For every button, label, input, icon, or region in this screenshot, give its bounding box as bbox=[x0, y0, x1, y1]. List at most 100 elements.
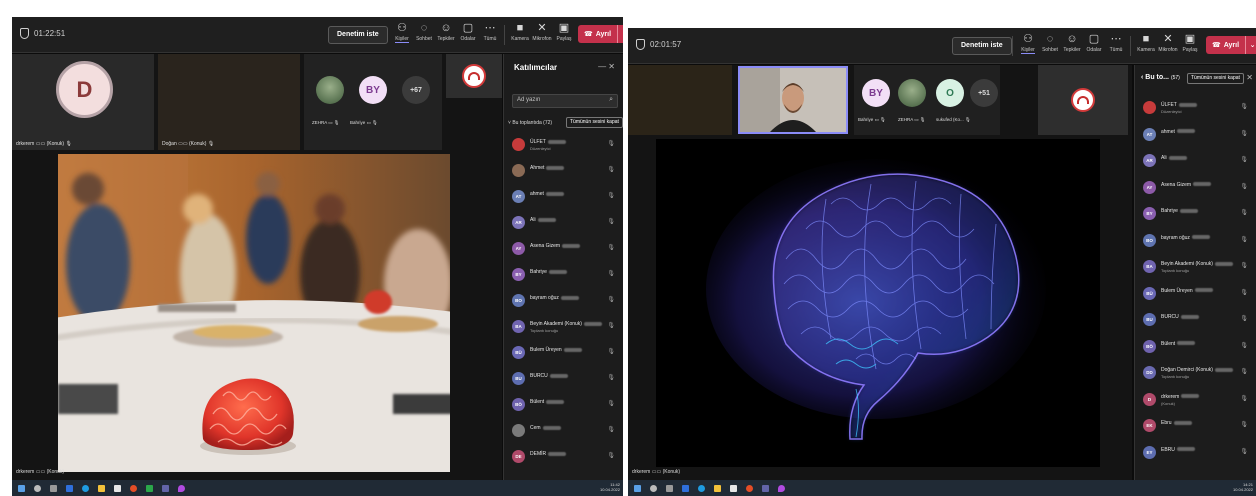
participant-row[interactable]: AY Asena Gizem 🎙 bbox=[512, 240, 617, 258]
participant-name: Beyin Akademi (Konuk) bbox=[530, 321, 602, 327]
app-icon[interactable] bbox=[178, 484, 185, 492]
participant-row[interactable]: BA Beyin Akademi (Konuk) Toplantı konuğu 🎙 bbox=[512, 318, 617, 336]
chat-button[interactable]: ◌ Sohbet bbox=[1038, 32, 1062, 60]
reactions-button[interactable]: ☺ Tepkiler bbox=[434, 21, 458, 49]
rooms-button[interactable]: ▢ Odalar bbox=[456, 21, 480, 49]
participant-row[interactable]: BO bayram oğuz 🎙 bbox=[512, 292, 617, 310]
participant-row[interactable]: BÜ Bulem Üreyen 🎙 bbox=[1143, 285, 1250, 303]
share-button[interactable]: ▣ Paylaş bbox=[552, 21, 576, 49]
search-icon[interactable] bbox=[34, 484, 41, 492]
close-icon[interactable]: ✕ bbox=[1246, 73, 1253, 82]
more-button[interactable]: ⋯ Tümü bbox=[478, 21, 502, 49]
windows-start-icon[interactable] bbox=[634, 484, 641, 492]
participant-tile[interactable] bbox=[628, 65, 732, 135]
participant-row[interactable]: EK Ebru 🎙 bbox=[1143, 417, 1250, 435]
more-participants-badge[interactable]: +51 bbox=[970, 79, 998, 107]
chrome-icon[interactable] bbox=[746, 484, 753, 492]
search-input[interactable]: Ad yazın ⌕ bbox=[512, 94, 618, 108]
participant-tile[interactable]: D drkerem ▭▭ (Konuk) 🎙 bbox=[12, 54, 154, 150]
avatar[interactable] bbox=[898, 79, 926, 107]
leave-button[interactable]: ☎Ayrıl ⌄ bbox=[578, 25, 623, 43]
explorer-icon[interactable] bbox=[714, 484, 721, 492]
participant-row[interactable]: AR Ali 🎙 bbox=[1143, 152, 1250, 170]
participant-row[interactable]: BÜ Bulem Üreyen 🎙 bbox=[512, 344, 617, 362]
avatar[interactable] bbox=[316, 76, 344, 104]
mute-all-button[interactable]: Tümünün sesini kapat bbox=[566, 117, 623, 128]
request-control-button[interactable]: Denetim iste bbox=[328, 26, 388, 44]
mail-icon[interactable] bbox=[114, 484, 121, 492]
avatar[interactable]: O bbox=[936, 79, 964, 107]
microphone-icon: ✕ bbox=[537, 22, 547, 34]
windows-start-icon[interactable] bbox=[18, 484, 25, 492]
avatar[interactable]: BY bbox=[862, 79, 890, 107]
rooms-button[interactable]: ▢ Odalar bbox=[1082, 32, 1106, 60]
participant-row[interactable]: BO bayram oğuz 🎙 bbox=[1143, 232, 1250, 250]
participant-row[interactable]: Cem 🎙 bbox=[512, 422, 617, 440]
participant-row[interactable]: BY Bahriye 🎙 bbox=[512, 266, 617, 284]
people-button[interactable]: ⚇ Kişiler bbox=[390, 21, 414, 49]
mic-icon: 🎙 bbox=[207, 141, 215, 147]
teams-icon[interactable] bbox=[162, 484, 169, 492]
participant-row[interactable]: Ddrkerem (Konuk) 🎙 bbox=[1143, 391, 1250, 409]
edge-icon[interactable] bbox=[698, 484, 705, 492]
participant-name: Ebru bbox=[1161, 420, 1192, 426]
participant-row[interactable]: AR Ali 🎙 bbox=[512, 214, 617, 232]
shield-icon bbox=[20, 28, 29, 39]
camera-button[interactable]: ■ Kamera bbox=[508, 21, 532, 49]
participant-row[interactable]: Ahmet 🎙 bbox=[512, 162, 617, 180]
participant-row[interactable]: BÖ Bülent 🎙 bbox=[1143, 338, 1250, 356]
participant-row[interactable]: ÜLFET Düzenleyici 🎙 bbox=[512, 136, 617, 154]
avatar[interactable]: BY bbox=[359, 76, 387, 104]
leave-button[interactable]: ☎Ayrıl ⌄ bbox=[1206, 36, 1256, 54]
explorer-icon[interactable] bbox=[98, 484, 105, 492]
organizer-logo-tile bbox=[1038, 65, 1128, 135]
participant-tile[interactable]: Doğan ▭▭ (Konuk) 🎙 bbox=[158, 54, 300, 150]
excel-icon[interactable] bbox=[146, 484, 153, 492]
task-view-icon[interactable] bbox=[666, 484, 673, 492]
participant-row[interactable]: ÜLFET Düzenleyici 🎙 bbox=[1143, 99, 1250, 117]
app-icon[interactable] bbox=[778, 484, 785, 492]
mic-muted-icon: 🎙 bbox=[607, 271, 615, 277]
participant-row[interactable]: AY Asena Gizem 🎙 bbox=[1143, 179, 1250, 197]
task-view-icon[interactable] bbox=[50, 484, 57, 492]
request-control-button[interactable]: Denetim iste bbox=[952, 37, 1012, 55]
participant-row[interactable]: EY EBRU 🎙 bbox=[1143, 444, 1250, 462]
mute-all-button[interactable]: Tümünün sesini kapat bbox=[1187, 73, 1244, 84]
participant-row[interactable]: AT ahmet 🎙 bbox=[1143, 126, 1250, 144]
section-header[interactable]: ˅ Bu toplantıda (72) bbox=[508, 120, 552, 126]
share-button[interactable]: ▣ Paylaş bbox=[1178, 32, 1202, 60]
word-icon[interactable] bbox=[66, 484, 73, 492]
chevron-down-icon[interactable]: ⌄ bbox=[1245, 36, 1256, 54]
avatar: AY bbox=[1143, 180, 1156, 194]
search-icon[interactable] bbox=[650, 484, 657, 492]
participant-row[interactable]: DD Doğan Demirci (Konuk) Toplantı konuğu 🎙 bbox=[1143, 364, 1250, 382]
edge-icon[interactable] bbox=[82, 484, 89, 492]
avatar: BÜ bbox=[512, 346, 525, 359]
mic-muted-icon: 🎙 bbox=[607, 297, 615, 303]
chat-button[interactable]: ◌ Sohbet bbox=[412, 21, 436, 49]
participant-row[interactable]: BU BURCU 🎙 bbox=[512, 370, 617, 388]
participant-row[interactable]: BU BURCU 🎙 bbox=[1143, 311, 1250, 329]
microphone-button[interactable]: ✕ Mikrofon bbox=[530, 21, 554, 49]
participant-row[interactable]: AT ahmet 🎙 bbox=[512, 188, 617, 206]
more-participants-badge[interactable]: +67 bbox=[402, 76, 430, 104]
reactions-button[interactable]: ☺ Tepkiler bbox=[1060, 32, 1084, 60]
people-icon: ⚇ bbox=[1023, 33, 1033, 45]
people-button[interactable]: ⚇ Kişiler bbox=[1016, 32, 1040, 60]
mic-muted-icon: 🎙 bbox=[607, 375, 615, 381]
participant-row[interactable]: BA Beyin Akademi (Konuk) Toplantı konuğu 🎙 bbox=[1143, 258, 1250, 276]
active-speaker-tile[interactable] bbox=[738, 66, 848, 134]
close-icon[interactable]: — ✕ bbox=[598, 62, 615, 71]
participant-row[interactable]: BY Bahriye 🎙 bbox=[1143, 205, 1250, 223]
chrome-icon[interactable] bbox=[130, 484, 137, 492]
participant-row[interactable]: BÖ Bülent 🎙 bbox=[512, 396, 617, 414]
participant-name: drkerem bbox=[1161, 394, 1200, 400]
chevron-down-icon[interactable]: ⌄ bbox=[617, 25, 623, 43]
more-button[interactable]: ⋯ Tümü bbox=[1104, 32, 1128, 60]
camera-button[interactable]: ■ Kamera bbox=[1134, 32, 1158, 60]
mail-icon[interactable] bbox=[730, 484, 737, 492]
microphone-button[interactable]: ✕ Mikrofon bbox=[1156, 32, 1180, 60]
teams-icon[interactable] bbox=[762, 484, 769, 492]
word-icon[interactable] bbox=[682, 484, 689, 492]
participant-row[interactable]: DE DEMİR 🎙 bbox=[512, 448, 617, 466]
